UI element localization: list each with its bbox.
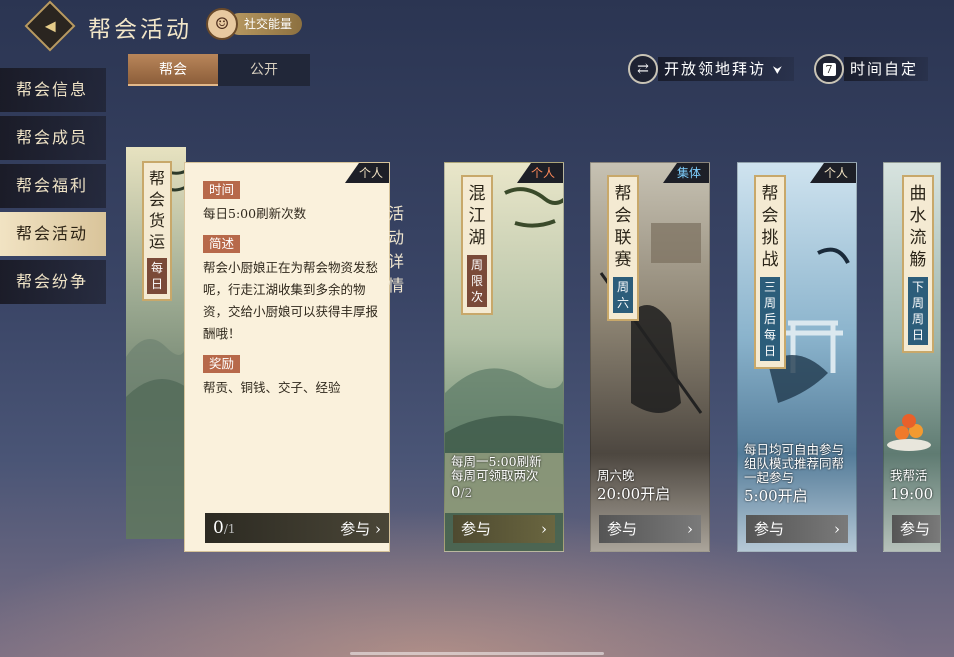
activity-card-river-feast[interactable]: 曲水流觞 下周周日 我帮活 19:00 参与: [883, 162, 941, 552]
back-button[interactable]: ◀: [24, 0, 76, 52]
join-button[interactable]: 参与 ›: [599, 515, 701, 543]
sidebar-item-guild-welfare[interactable]: 帮会福利: [0, 164, 106, 208]
frequency-badge: 每日: [147, 258, 167, 294]
join-button[interactable]: 参与: [892, 515, 940, 543]
chevron-right-icon: ›: [375, 519, 381, 538]
tab-public[interactable]: 公开: [218, 54, 310, 86]
activity-title: 帮会挑战 三周后每日: [754, 175, 786, 369]
tab-guild[interactable]: 帮会: [128, 54, 218, 86]
chevron-right-icon: ›: [834, 520, 840, 538]
sidebar-item-guild-info[interactable]: 帮会信息: [0, 68, 106, 112]
activity-detail-panel: 个人 时间 每日5:00刷新次数 简述 帮会小厨娘正在为帮会物资发愁呢，行走江湖…: [184, 162, 390, 552]
territory-visit-label: 开放领地拜访: [664, 60, 767, 78]
sidebar-item-guild-activities[interactable]: 帮会活动: [0, 212, 106, 256]
activity-title: 曲水流觞 下周周日: [902, 175, 934, 353]
territory-visit-control[interactable]: ⇄ 开放领地拜访 ⮟: [628, 53, 795, 85]
activity-schedule: 周六晚 20:00开启: [597, 468, 671, 503]
custom-time-label: 时间自定: [844, 57, 929, 81]
time-label: 时间: [203, 181, 241, 199]
activity-art-spine[interactable]: 帮会货运 每日: [126, 147, 186, 539]
swap-icon: ⇄: [628, 54, 658, 84]
sidebar-item-guild-disputes[interactable]: 帮会纷争: [0, 260, 106, 304]
activity-title: 混江湖 周限次: [461, 175, 493, 315]
sidebar-item-guild-members[interactable]: 帮会成员: [0, 116, 106, 160]
reward-label: 奖励: [203, 355, 241, 373]
social-energy-badge[interactable]: 社交能量: [228, 13, 303, 35]
avatar[interactable]: ☺: [206, 8, 238, 40]
brief-text: 帮会小厨娘正在为帮会物资发愁呢，行走江湖收集到多余的物资，交给小厨娘可以获得丰厚…: [203, 260, 379, 341]
brief-label: 简述: [203, 235, 241, 253]
activity-card-challenge[interactable]: 个人 帮会挑战 三周后每日 每日均可自由参与 组队模式推荐同帮 一起参与 5:00开启 …: [737, 162, 857, 552]
frequency-badge: 下周周日: [908, 277, 928, 345]
calendar-icon: 7: [814, 54, 844, 84]
join-button[interactable]: 参与 ›: [453, 515, 555, 543]
chevron-right-icon: ›: [687, 520, 693, 538]
home-indicator: [350, 652, 604, 655]
chevron-down-icon: ⮟: [772, 64, 785, 77]
activity-detail-tab[interactable]: 活动详情: [388, 200, 414, 295]
activity-card-jianghu[interactable]: 个人 混江湖 周限次 每周一5:00刷新 每周可领取两次 0/2 参与 ›: [444, 162, 564, 552]
chevron-right-icon: ›: [541, 520, 547, 538]
join-button[interactable]: 参与 ›: [340, 518, 381, 539]
back-arrow-icon: ◀: [44, 18, 56, 34]
frequency-badge: 三周后每日: [760, 277, 780, 361]
join-bar: 0/1 参与 ›: [205, 513, 389, 543]
activity-card-league[interactable]: 集体 帮会联赛 周六 周六晚 20:00开启 参与 ›: [590, 162, 710, 552]
custom-time-control[interactable]: 7 时间自定: [814, 53, 929, 85]
activity-title: 帮会联赛 周六: [607, 175, 639, 321]
expanded-activity-card: 帮会货运 每日 个人 时间 每日5:00刷新次数 简述 帮会小厨娘正在为帮会物资…: [126, 147, 390, 552]
frequency-badge: 周限次: [467, 255, 487, 307]
frequency-badge: 周六: [613, 277, 633, 313]
join-button[interactable]: 参与 ›: [746, 515, 848, 543]
sidebar: 帮会信息 帮会成员 帮会福利 帮会活动 帮会纷争: [0, 68, 106, 308]
time-text: 每日5:00刷新次数: [203, 206, 307, 221]
page-title: 帮会活动: [88, 17, 192, 43]
scope-tabs: 帮会 公开: [128, 54, 310, 86]
reward-text: 帮贡、铜钱、交子、经验: [203, 380, 341, 395]
activity-schedule: 每日均可自由参与 组队模式推荐同帮 一起参与 5:00开启: [744, 442, 845, 505]
count-text: 0/1: [213, 518, 236, 538]
activity-schedule: 每周一5:00刷新 每周可领取两次 0/2: [451, 454, 542, 501]
activity-schedule: 我帮活 19:00: [890, 468, 934, 503]
activity-title: 帮会货运 每日: [142, 161, 172, 301]
